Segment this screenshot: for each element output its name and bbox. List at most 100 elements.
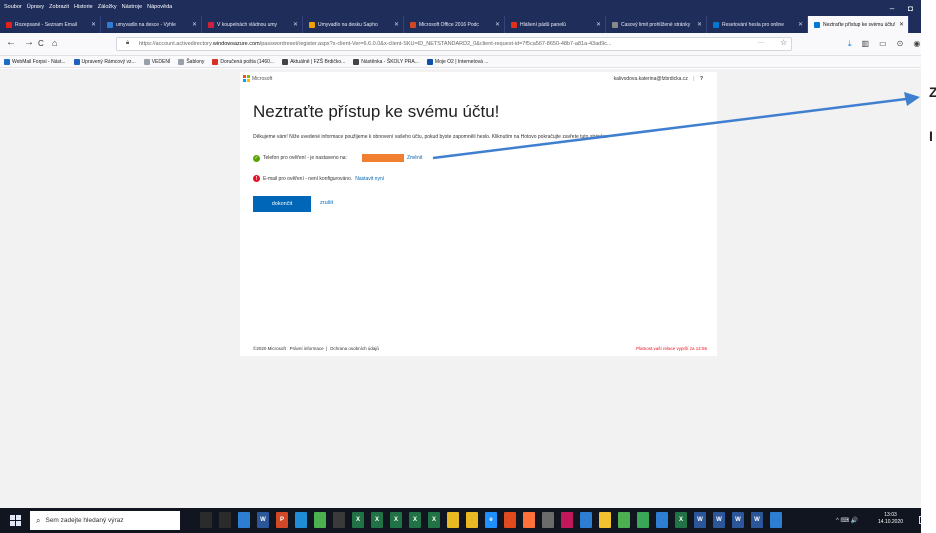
back-button[interactable]: ←: [6, 37, 16, 48]
side-text-1: Z: [929, 84, 936, 100]
taskbar-app-icon[interactable]: [580, 512, 592, 528]
taskbar-app-icon[interactable]: X: [428, 512, 440, 528]
taskbar-app-icon[interactable]: W: [694, 512, 706, 528]
bookmark-5[interactable]: Aktuálně | FZŠ Brdičko...: [282, 58, 346, 65]
taskbar-search[interactable]: ⌕ Sem zadejte hledaný výraz: [30, 511, 180, 530]
menu-bar: Soubor Úpravy Zobrazit Historie Záložky …: [4, 4, 172, 10]
bookmark-label: Moje O2 | Internetová ...: [434, 58, 489, 65]
menu-tools[interactable]: Nástroje: [122, 4, 142, 10]
taskbar-app-icon[interactable]: [618, 512, 630, 528]
clock[interactable]: 13:03 14.10.2020: [878, 512, 903, 526]
tab-7[interactable]: Resetování hesla pro online ✕: [707, 16, 808, 33]
extension-icon[interactable]: ⊙: [897, 39, 904, 49]
windows-start-icon[interactable]: [10, 515, 21, 526]
taskbar-app-icon[interactable]: [656, 512, 668, 528]
taskbar-app-icon[interactable]: [238, 512, 250, 528]
bookmark-favicon-icon: [178, 58, 185, 65]
taskbar-app-icon[interactable]: W: [257, 512, 269, 528]
sidebar-icon[interactable]: ▭: [879, 39, 887, 49]
taskbar-app-icon[interactable]: [295, 512, 307, 528]
taskbar-app-icon[interactable]: [561, 512, 573, 528]
taskbar-app-icon[interactable]: [504, 512, 516, 528]
address-bar[interactable]: https://account.activedirectory. windowsa…: [116, 37, 792, 51]
tab-favicon-icon: [713, 21, 719, 28]
taskbar-app-icon[interactable]: W: [751, 512, 763, 528]
minimize-button[interactable]: –: [890, 4, 894, 13]
taskbar-app-icon[interactable]: P: [276, 512, 288, 528]
bookmark-3[interactable]: Šablony: [178, 58, 204, 65]
taskbar-apps: WPXXXXXeXWWWW: [200, 512, 782, 528]
taskbar-app-icon[interactable]: W: [713, 512, 725, 528]
taskbar-app-icon[interactable]: [599, 512, 611, 528]
tab-favicon-icon: [511, 21, 517, 28]
taskbar-app-icon[interactable]: W: [732, 512, 744, 528]
taskbar-app-icon[interactable]: [637, 512, 649, 528]
tab-6[interactable]: Časový limit prohlížené stránky ✕: [606, 16, 707, 33]
close-tab-icon[interactable]: ✕: [596, 21, 601, 28]
close-tab-icon[interactable]: ✕: [293, 21, 298, 28]
close-tab-icon[interactable]: ✕: [192, 21, 197, 28]
taskbar-app-icon[interactable]: [200, 512, 212, 528]
taskbar-app-icon[interactable]: [219, 512, 231, 528]
lock-icon: 🔒︎: [126, 40, 130, 46]
annotation-arrow: [432, 92, 920, 160]
close-tab-icon[interactable]: ✕: [899, 21, 904, 28]
download-icon[interactable]: ⤓: [848, 39, 852, 49]
system-tray[interactable]: ^ ⌨ 🔊: [836, 517, 858, 524]
tab-favicon-icon: [410, 21, 416, 28]
taskbar-app-icon[interactable]: X: [371, 512, 383, 528]
menu-history[interactable]: Historie: [74, 4, 93, 10]
navigation-bar: ← → C ⌂ https://account.activedirectory.…: [0, 33, 921, 56]
close-tab-icon[interactable]: ✕: [697, 21, 702, 28]
tab-2[interactable]: V koupelnách vládnou umy ✕: [202, 16, 303, 33]
notification-icon[interactable]: [919, 516, 921, 524]
page-content: Microsoft kalivodova.katerina@fzbrdicka.…: [0, 69, 921, 508]
tab-0[interactable]: Rozepsané - Seznam Email ✕: [0, 16, 101, 33]
restore-button[interactable]: ◘: [908, 4, 913, 13]
bookmark-label: Aktuálně | FZŠ Brdičko...: [290, 58, 346, 65]
bookmark-1[interactable]: Upravený Rámcový vz...: [73, 58, 136, 65]
library-icon[interactable]: ▥: [862, 39, 870, 49]
taskbar-app-icon[interactable]: [333, 512, 345, 528]
taskbar-app-icon[interactable]: [542, 512, 554, 528]
tab-3[interactable]: Umyvadlo na desku Sapho ✕: [303, 16, 404, 33]
menu-view[interactable]: Zobrazit: [49, 4, 69, 10]
bookmark-label: VEDENÍ: [151, 58, 171, 65]
home-button[interactable]: ⌂: [52, 38, 57, 48]
taskbar-app-icon[interactable]: X: [352, 512, 364, 528]
bookmark-favicon-icon: [212, 58, 219, 65]
taskbar-app-icon[interactable]: [447, 512, 459, 528]
taskbar-app-icon[interactable]: [770, 512, 782, 528]
bookmark-4[interactable]: Doručená pošta (1460...: [212, 58, 274, 65]
bookmark-0[interactable]: WebMail Forpsi - Nást...: [4, 58, 66, 65]
tab-8[interactable]: Neztraťte přístup ke svému účtu! ✕: [808, 16, 909, 33]
bookmark-2[interactable]: VEDENÍ: [143, 58, 171, 65]
tab-4[interactable]: Microsoft Office 2016 Podc ✕: [404, 16, 505, 33]
menu-file[interactable]: Soubor: [4, 4, 22, 10]
close-tab-icon[interactable]: ✕: [798, 21, 803, 28]
bookmark-6[interactable]: Nástěnka - ŠKOLY PRA...: [353, 58, 419, 65]
forward-button[interactable]: →: [24, 37, 34, 48]
account-icon[interactable]: ◉: [913, 39, 920, 49]
taskbar-app-icon[interactable]: [466, 512, 478, 528]
taskbar-app-icon[interactable]: [314, 512, 326, 528]
taskbar-app-icon[interactable]: X: [409, 512, 421, 528]
page-actions-button[interactable]: ···: [758, 40, 764, 46]
url-rest: /passwordreset/register.aspx?x-client-Ve…: [259, 41, 612, 47]
menu-bookmarks[interactable]: Záložky: [98, 4, 117, 10]
taskbar-app-icon[interactable]: X: [390, 512, 402, 528]
menu-help[interactable]: Nápověda: [147, 4, 172, 10]
bookmark-7[interactable]: Moje O2 | Internetová ...: [426, 58, 489, 65]
reload-button[interactable]: C: [38, 39, 44, 48]
menu-edit[interactable]: Úpravy: [27, 4, 44, 10]
close-tab-icon[interactable]: ✕: [394, 21, 399, 28]
star-icon[interactable]: ☆: [780, 38, 787, 47]
tab-1[interactable]: umyvadlo na desce - Vyhle ✕: [101, 16, 202, 33]
close-tab-icon[interactable]: ✕: [91, 21, 96, 28]
taskbar-app-icon[interactable]: X: [675, 512, 687, 528]
taskbar-app-icon[interactable]: e: [485, 512, 497, 528]
close-tab-icon[interactable]: ✕: [495, 21, 500, 28]
taskbar-app-icon[interactable]: [523, 512, 535, 528]
bookmark-favicon-icon: [4, 58, 10, 65]
tab-5[interactable]: Hlášení pádů panelů ✕: [505, 16, 606, 33]
